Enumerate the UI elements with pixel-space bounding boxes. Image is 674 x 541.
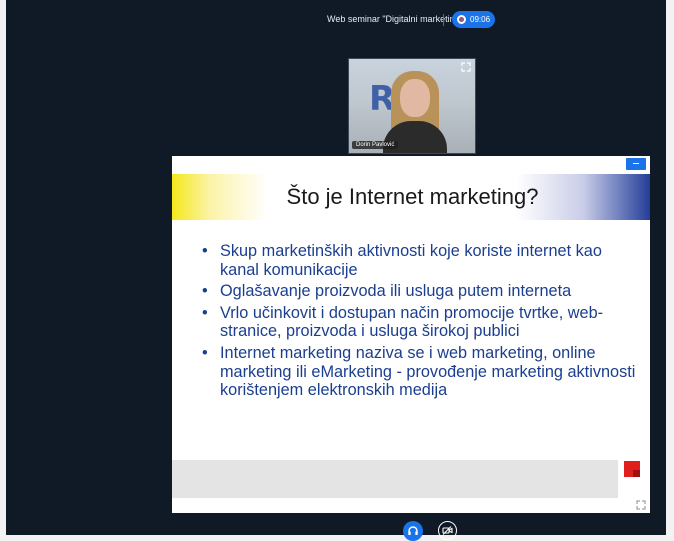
slide-title: Što je Internet marketing? xyxy=(286,184,539,209)
audio-button[interactable] xyxy=(403,521,423,541)
presentation-slide: Što je Internet marketing? Skup marketin… xyxy=(172,156,650,513)
slide-logo-mark xyxy=(624,461,640,477)
camera-off-icon xyxy=(442,526,453,535)
slide-bullet: Skup marketinških aktivnosti koje korist… xyxy=(200,242,640,279)
fullscreen-icon[interactable] xyxy=(636,500,646,510)
slide-bullet: Internet marketing naziva se i web marke… xyxy=(200,344,640,400)
meeting-controls xyxy=(0,521,674,541)
slide-bullet: Vrlo učinkovit i dostupan način promocij… xyxy=(200,304,640,341)
recording-indicator[interactable]: 09:06 xyxy=(452,11,495,28)
session-header: Web seminar "Digitalni marketing" 09:06 xyxy=(0,10,674,30)
slide-title-banner: Što je Internet marketing? xyxy=(172,174,650,220)
participant-video-tile[interactable]: Ra Dorin Pavlović xyxy=(348,58,476,154)
slide-bullet-list: Skup marketinških aktivnosti koje korist… xyxy=(200,242,640,403)
camera-toggle-button[interactable] xyxy=(438,521,457,540)
window-frame-left xyxy=(0,0,6,541)
slide-bullet: Oglašavanje proizvoda ili usluga putem i… xyxy=(200,282,640,301)
participant-name-tag: Dorin Pavlović xyxy=(352,141,399,149)
window-frame-right xyxy=(666,0,674,541)
slide-footer-band xyxy=(172,460,618,498)
recording-icon xyxy=(457,15,466,24)
participant-video-face xyxy=(400,79,430,117)
recording-time: 09:06 xyxy=(470,15,491,24)
expand-icon[interactable] xyxy=(461,62,471,72)
header-divider xyxy=(443,14,444,26)
slide-minimize-button[interactable] xyxy=(626,158,646,170)
headset-icon xyxy=(408,526,418,535)
